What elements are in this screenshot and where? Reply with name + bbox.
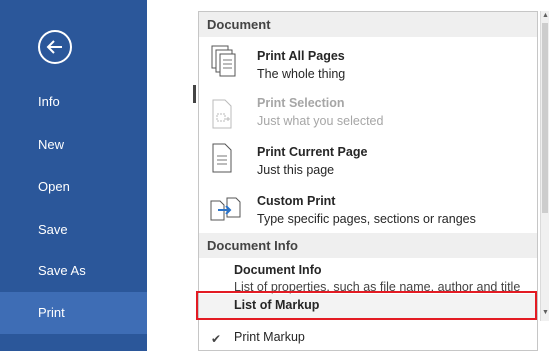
backstage-nav: Info New Open Save Save As Print <box>0 0 147 351</box>
option-desc: Just this page <box>257 163 335 177</box>
option-title: Print Selection <box>257 96 345 110</box>
section-header-document: Document <box>199 12 537 37</box>
option-title: Custom Print <box>257 194 336 208</box>
checkmark-icon: ✔ <box>211 332 222 346</box>
dropdown-scrollbar[interactable]: ▲ ▼ <box>540 11 549 321</box>
option-desc: Just what you selected <box>257 114 384 128</box>
option-title: Print All Pages <box>257 49 345 63</box>
option-custom-print[interactable]: Custom Print Type specific pages, sectio… <box>199 190 537 238</box>
custom-print-icon <box>209 196 243 227</box>
scroll-thumb[interactable] <box>542 23 548 213</box>
nav-item-save[interactable]: Save <box>0 209 147 251</box>
option-document-info[interactable]: Document Info <box>234 263 322 277</box>
option-desc: Type specific pages, sections or ranges <box>257 212 476 226</box>
all-pages-icon <box>209 45 237 82</box>
nav-item-save-as[interactable]: Save As <box>0 250 147 292</box>
option-title: Print Current Page <box>257 145 368 159</box>
back-arrow-icon[interactable] <box>38 30 72 64</box>
option-print-selection[interactable]: Print Selection Just what you selected <box>199 91 537 139</box>
nav-item-info[interactable]: Info <box>0 81 147 123</box>
option-print-markup[interactable]: Print Markup <box>234 330 305 344</box>
option-desc: The whole thing <box>257 67 346 81</box>
nav-item-new[interactable]: New <box>0 124 147 166</box>
current-page-icon <box>209 143 233 178</box>
nav-item-print[interactable]: Print <box>0 292 147 334</box>
dropdown-edge-marker <box>193 85 196 103</box>
option-print-current-page[interactable]: Print Current Page Just this page <box>199 140 537 188</box>
scroll-up-icon[interactable]: ▲ <box>541 12 549 19</box>
highlight-box <box>196 291 537 320</box>
selection-icon <box>209 99 233 134</box>
scroll-down-icon[interactable]: ▼ <box>541 309 549 316</box>
nav-item-open[interactable]: Open <box>0 166 147 208</box>
option-print-all-pages[interactable]: Print All Pages The whole thing <box>199 41 537 89</box>
section-header-document-info: Document Info <box>199 233 537 258</box>
